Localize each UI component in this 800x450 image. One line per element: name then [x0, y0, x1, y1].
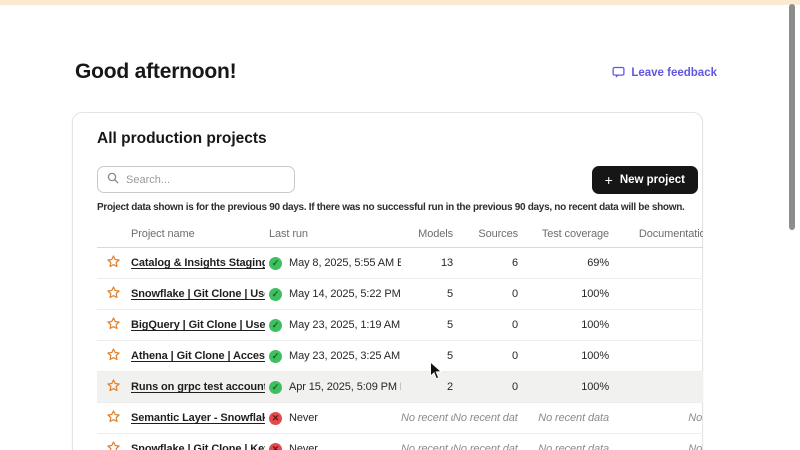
projects-table: Project name Last run Models Sources Tes…: [97, 221, 703, 450]
project-name-link[interactable]: Athena | Git Clone | Acces...: [131, 350, 265, 362]
table-row[interactable]: Snowflake | Git Clone | Key... ✕ Never N…: [97, 434, 703, 450]
run-success-icon: ✓: [269, 350, 282, 363]
table-row[interactable]: Catalog & Insights Staging... ✓ May 8, 2…: [97, 248, 703, 279]
production-projects-card: All production projects + New project Pr…: [72, 112, 703, 450]
new-project-label: New project: [620, 174, 685, 186]
sources-cell: No recent data: [453, 434, 518, 450]
favorite-star-icon[interactable]: [105, 378, 121, 394]
models-cell: No recent data: [401, 434, 453, 450]
header-sources[interactable]: Sources: [453, 221, 518, 248]
header-star: [97, 221, 131, 248]
search-icon: [107, 171, 119, 189]
doc-coverage-cell: No recent data: [609, 434, 703, 450]
sources-cell: 0: [453, 310, 518, 341]
doc-coverage-cell: [609, 279, 703, 310]
favorite-star-icon[interactable]: [105, 409, 121, 425]
models-cell: 2: [401, 372, 453, 403]
top-accent-bar: [0, 0, 800, 5]
last-run-text: Apr 15, 2025, 5:09 PM BST: [289, 381, 401, 393]
feedback-label: Leave feedback: [631, 67, 717, 79]
last-run-text: May 14, 2025, 5:22 PM BST: [289, 288, 401, 300]
last-run-text: May 8, 2025, 5:55 AM BST: [289, 257, 401, 269]
project-name-link[interactable]: BigQuery | Git Clone | User...: [131, 319, 265, 331]
header-project-name[interactable]: Project name: [131, 221, 265, 248]
header-models[interactable]: Models: [401, 221, 453, 248]
run-success-icon: ✓: [269, 381, 282, 394]
sources-cell: 0: [453, 341, 518, 372]
page-scrollbar-thumb[interactable]: [789, 4, 795, 230]
sources-cell: No recent data: [453, 403, 518, 434]
run-success-icon: ✓: [269, 288, 282, 301]
sources-cell: 0: [453, 279, 518, 310]
models-cell: 5: [401, 310, 453, 341]
sources-cell: 0: [453, 372, 518, 403]
run-error-icon: ✕: [269, 443, 282, 450]
card-title: All production projects: [97, 130, 267, 148]
models-cell: No recent data: [401, 403, 453, 434]
last-run-text: May 23, 2025, 1:19 AM BST: [289, 319, 401, 331]
favorite-star-icon[interactable]: [105, 347, 121, 363]
models-cell: 13: [401, 248, 453, 279]
new-project-button[interactable]: + New project: [592, 166, 698, 194]
plus-icon: +: [605, 173, 613, 187]
test-coverage-cell: No recent data: [518, 403, 609, 434]
models-cell: 5: [401, 279, 453, 310]
doc-coverage-cell: [609, 341, 703, 372]
test-coverage-cell: 100%: [518, 341, 609, 372]
test-coverage-cell: 100%: [518, 310, 609, 341]
test-coverage-cell: 100%: [518, 372, 609, 403]
run-success-icon: ✓: [269, 257, 282, 270]
projects-table-body: Catalog & Insights Staging... ✓ May 8, 2…: [97, 248, 703, 450]
table-row[interactable]: BigQuery | Git Clone | User... ✓ May 23,…: [97, 310, 703, 341]
last-run-text: May 23, 2025, 3:25 AM BST: [289, 350, 401, 362]
leave-feedback-link[interactable]: Leave feedback: [612, 66, 717, 79]
search-input[interactable]: [126, 174, 285, 186]
header-last-run[interactable]: Last run: [265, 221, 401, 248]
favorite-star-icon[interactable]: [105, 285, 121, 301]
table-header-row: Project name Last run Models Sources Tes…: [97, 221, 703, 248]
sources-cell: 6: [453, 248, 518, 279]
table-row[interactable]: Snowflake | Git Clone | Use... ✓ May 14,…: [97, 279, 703, 310]
project-name-link[interactable]: Semantic Layer - Snowflake: [131, 412, 265, 424]
project-name-link[interactable]: Snowflake | Git Clone | Key...: [131, 443, 265, 450]
feedback-bubble-icon: [612, 66, 625, 79]
data-range-disclaimer: Project data shown is for the previous 9…: [97, 202, 704, 213]
project-search[interactable]: [97, 166, 295, 193]
project-name-link[interactable]: Catalog & Insights Staging...: [131, 257, 265, 269]
last-run-text: Never: [289, 412, 318, 424]
favorite-star-icon[interactable]: [105, 440, 121, 450]
test-coverage-cell: 69%: [518, 248, 609, 279]
doc-coverage-cell: No recent data: [609, 403, 703, 434]
project-name-link[interactable]: Runs on grpc test account: [131, 381, 265, 393]
test-coverage-cell: 100%: [518, 279, 609, 310]
table-row[interactable]: Semantic Layer - Snowflake ✕ Never No re…: [97, 403, 703, 434]
favorite-star-icon[interactable]: [105, 316, 121, 332]
favorite-star-icon[interactable]: [105, 254, 121, 270]
page-greeting: Good afternoon!: [75, 60, 236, 84]
project-name-link[interactable]: Snowflake | Git Clone | Use...: [131, 288, 265, 300]
doc-coverage-cell: [609, 248, 703, 279]
header-test-coverage[interactable]: Test coverage: [518, 221, 609, 248]
table-row[interactable]: Runs on grpc test account ✓ Apr 15, 2025…: [97, 372, 703, 403]
run-success-icon: ✓: [269, 319, 282, 332]
table-row[interactable]: Athena | Git Clone | Acces... ✓ May 23, …: [97, 341, 703, 372]
doc-coverage-cell: [609, 372, 703, 403]
test-coverage-cell: No recent data: [518, 434, 609, 450]
doc-coverage-cell: [609, 310, 703, 341]
models-cell: 5: [401, 341, 453, 372]
projects-table-viewport: Project name Last run Models Sources Tes…: [97, 221, 703, 450]
last-run-text: Never: [289, 443, 318, 450]
run-error-icon: ✕: [269, 412, 282, 425]
header-doc-coverage[interactable]: Documentation coverage: [609, 221, 703, 248]
